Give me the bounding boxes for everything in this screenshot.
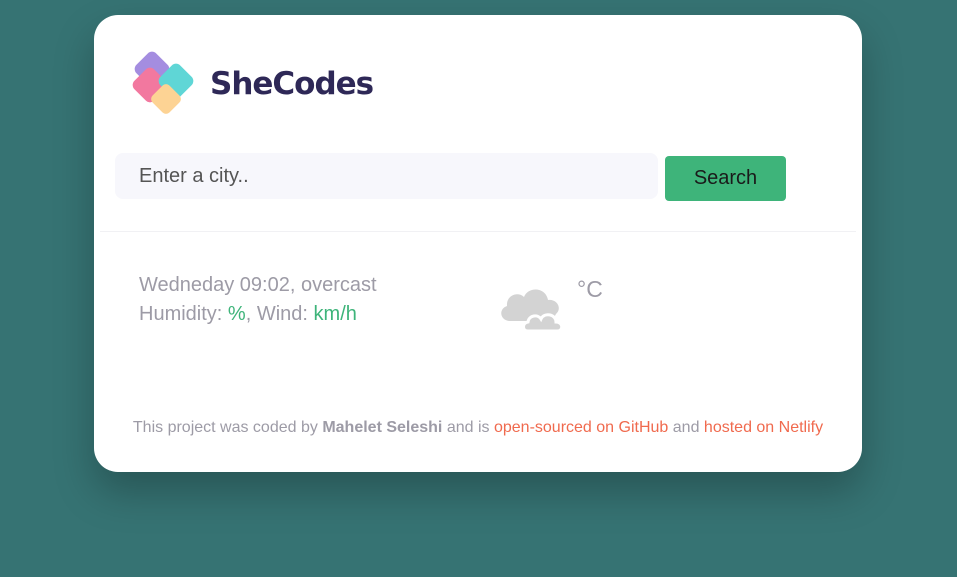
current-date: Wedneday 09:02 [139, 274, 290, 296]
humidity-label: Humidity: [139, 303, 223, 325]
netlify-link[interactable]: hosted on Netlify [704, 419, 823, 436]
weather-app-card: SheCodes Search Wedneday 09:02, overcast… [94, 15, 862, 472]
weather-description: overcast [300, 274, 377, 296]
temperature-unit: °C [577, 276, 603, 302]
humidity-value: % [227, 303, 246, 325]
shecodes-logo-icon [132, 51, 194, 114]
footer-middle: and is [446, 419, 490, 436]
github-link[interactable]: open-sourced on GitHub [494, 419, 668, 436]
footer: This project was coded by Mahelet Selesh… [94, 419, 862, 437]
city-search-input[interactable] [115, 153, 658, 199]
cloud-icon [496, 283, 570, 340]
footer-prefix: This project was coded by [132, 419, 318, 436]
humidity-wind-line: Humidity: %, Wind: km/h [139, 303, 357, 325]
footer-author: Mahelet Seleshi [322, 419, 443, 436]
footer-and: and [672, 419, 700, 436]
divider [100, 231, 856, 232]
brand-name: SheCodes [210, 66, 374, 102]
weather-details: Wedneday 09:02, overcast Humidity: %, Wi… [139, 271, 377, 329]
date-description-line: Wedneday 09:02, overcast [139, 274, 377, 296]
wind-label: Wind: [256, 303, 308, 325]
temperature: °C [577, 276, 603, 303]
shecodes-logo[interactable]: SheCodes [130, 49, 374, 119]
search-form: Search [115, 153, 786, 201]
search-button[interactable]: Search [665, 156, 786, 201]
wind-value: km/h [313, 303, 357, 325]
